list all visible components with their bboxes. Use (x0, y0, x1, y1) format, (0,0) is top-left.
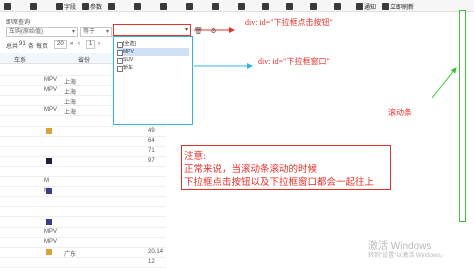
toolbar-item-list[interactable] (108, 1, 116, 11)
toolbar-item-print[interactable] (262, 1, 270, 11)
column-header-region: 省份 (78, 58, 91, 64)
toolbar-item-undo[interactable] (30, 1, 38, 11)
color-swatch (46, 188, 52, 195)
delete-icon[interactable]: 🗑 (194, 27, 203, 36)
toolbar-item-param[interactable]: 参数 (82, 1, 102, 11)
cell-value: 49 (148, 127, 155, 134)
export-icon (238, 2, 245, 10)
chevron-down-icon: ▾ (105, 29, 109, 35)
dropdown-option[interactable]: 轿车 (117, 64, 189, 72)
refresh-icon (160, 2, 167, 10)
column-header-type: 车系 (14, 58, 27, 64)
operator-select[interactable]: 等于 ▾ (80, 27, 112, 37)
per-page-input[interactable]: 20 (54, 40, 67, 49)
next-page-button[interactable]: › (98, 41, 100, 47)
toolbar-item-notify[interactable]: 通知 (356, 1, 376, 11)
dropdown-button[interactable]: ▾ (113, 24, 191, 36)
arrow-to-scrollbar (431, 67, 457, 99)
per-page-label: 每页 (36, 44, 49, 50)
cell-value: 12 (148, 258, 155, 265)
color-swatch (46, 248, 52, 255)
scrollbar[interactable] (459, 10, 466, 222)
sync-icon (382, 2, 389, 10)
cell-type: MPV (44, 87, 58, 94)
cell-type: M (44, 178, 49, 185)
note-line: 正常来说，当滚动条滚动的时候 (184, 165, 318, 175)
watermark-subtitle: 转到"设置"以激活 Windows。 (368, 253, 447, 259)
toolbar-item-link[interactable] (186, 1, 194, 11)
dropdown-window: [全选] MPV SUV 轿车 (113, 36, 193, 125)
prev-page-button[interactable]: ‹ (78, 41, 80, 47)
bell-icon (334, 2, 341, 10)
toolbar-item-bell[interactable] (334, 1, 342, 11)
toolbar-item-refresh[interactable] (160, 1, 168, 11)
chevron-down-icon: ▾ (184, 27, 188, 33)
grid-icon (134, 2, 141, 10)
cell-value: 64 (148, 137, 155, 144)
cell-value: 97 (148, 157, 155, 164)
chart-icon (286, 2, 293, 10)
cell-value: 20.14 (148, 248, 164, 255)
toolbar-item-table[interactable] (212, 1, 220, 11)
total-rows: 91 (19, 41, 26, 47)
param-icon (82, 2, 89, 10)
toolbar-item-chart[interactable] (286, 1, 294, 11)
color-swatch (46, 127, 52, 134)
dropdown-option[interactable]: MPV (117, 48, 189, 56)
list-icon (108, 2, 115, 10)
chevron-down-icon: ▾ (71, 29, 75, 35)
cell-value: 71 (148, 147, 155, 154)
toolbar-item-grid[interactable] (134, 1, 142, 11)
undo-icon (30, 2, 37, 10)
pager-prefix: 总共 (6, 44, 19, 50)
message-icon (356, 2, 363, 10)
annotation-button-label: div: id="下拉框点击按钮" (245, 18, 333, 27)
color-swatch (46, 157, 52, 164)
panel-title: 即席查询 (6, 20, 31, 26)
table-row[interactable]: 12 (0, 257, 166, 268)
annotation-window-label: div: id="下拉框窗口" (258, 57, 330, 66)
annotation-scrollbar-label: 滚动条 (388, 108, 412, 117)
print-icon (262, 2, 269, 10)
note-line: 注意: (184, 152, 206, 162)
doc-icon (4, 2, 11, 10)
cell-type: MPV (44, 238, 58, 245)
color-swatch (46, 218, 52, 225)
pager-mid: 条 (28, 44, 35, 50)
toolbar: 字段 参数 通知 立即刷新 (0, 0, 474, 12)
field-select-value: 车购(原始值) (9, 29, 43, 35)
gear-icon[interactable]: ⚙ (209, 27, 218, 36)
toolbar-item-field[interactable]: 字段 (56, 1, 76, 11)
toolbar-item-share[interactable] (310, 1, 318, 11)
toolbar-item-doc[interactable] (4, 1, 12, 11)
cell-type: MPV (44, 77, 58, 84)
field-select[interactable]: 车购(原始值) ▾ (6, 27, 78, 37)
table-icon (212, 2, 219, 10)
cell-type: MPV (44, 107, 58, 114)
cell-type: MPV (44, 228, 58, 235)
first-page-button[interactable]: « (70, 41, 73, 47)
note-line: 下拉框点击按钮以及下拉框窗口都会一起往上 (184, 178, 375, 188)
dropdown-option[interactable]: [全选] (117, 40, 189, 48)
page-input[interactable]: 1 (86, 40, 96, 49)
toolbar-item-sync[interactable]: 立即刷新 (382, 1, 414, 11)
link-icon (186, 2, 193, 10)
field-icon (56, 2, 63, 10)
operator-select-value: 等于 (83, 29, 96, 35)
toolbar-item-export[interactable] (238, 1, 246, 11)
share-icon (310, 2, 317, 10)
dropdown-option[interactable]: SUV (117, 56, 189, 64)
note-box: 注意: 正常来说，当滚动条滚动的时候 下拉框点击按钮以及下拉框窗口都会一起往上 (181, 145, 391, 190)
